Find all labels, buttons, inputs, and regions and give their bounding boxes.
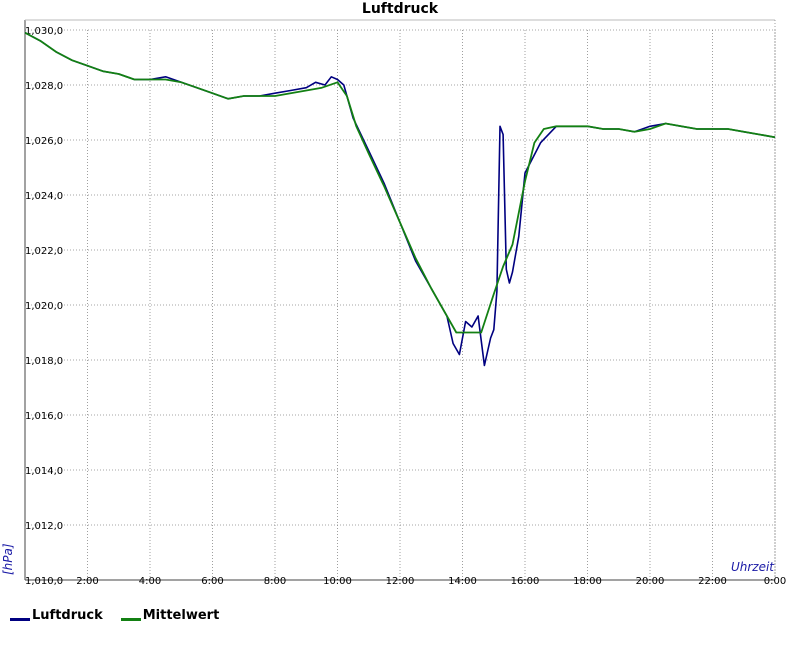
y-tick-label: 1,012,0 <box>25 521 63 532</box>
y-tick-label: 1,010,0 <box>25 576 63 587</box>
y-axis-label: [hPa] <box>1 543 15 575</box>
x-tick-label: 6:00 <box>201 576 223 587</box>
legend-item-mittelwert: Mittelwert <box>120 608 220 623</box>
legend: Luftdruck Mittelwert <box>10 608 219 623</box>
pressure-chart: Luftdruck 1,010,01,012,01,014,01,016,01,… <box>1 1 786 587</box>
chart-title: Luftdruck <box>362 1 439 17</box>
x-axis-label: Uhrzeit <box>731 560 775 574</box>
legend-swatch-luftdruck <box>10 618 30 621</box>
x-tick-label: 12:00 <box>386 576 415 587</box>
y-tick-label: 1,014,0 <box>25 466 63 477</box>
y-tick-label: 1,016,0 <box>25 411 63 422</box>
y-tick-labels: 1,010,0 1,012,0 1,014,0 1,016,0 1,018,0 1,020… <box>25 26 63 587</box>
legend-label-luftdruck: Luftdruck <box>32 608 103 623</box>
x-tick-label: 4:00 <box>139 576 161 587</box>
y-tick-label: 1,020,0 <box>25 301 63 312</box>
x-tick-label: 22:00 <box>698 576 727 587</box>
x-tick-label: 10:00 <box>323 576 352 587</box>
x-tick-label: 20:00 <box>636 576 665 587</box>
grid <box>25 29 776 580</box>
y-tick-label: 1,028,0 <box>25 81 63 92</box>
x-tick-label: 14:00 <box>448 576 477 587</box>
legend-item-luftdruck: Luftdruck <box>10 608 103 623</box>
legend-swatch-mittelwert <box>120 618 141 621</box>
y-tick-label: 1,026,0 <box>25 136 63 147</box>
x-tick-label: 0:00 <box>764 576 786 587</box>
y-tick-label: 1,018,0 <box>25 356 63 367</box>
y-tick-label: 1,024,0 <box>25 191 63 202</box>
y-tick-label: 1,022,0 <box>25 246 63 257</box>
x-tick-label: 8:00 <box>264 576 286 587</box>
x-tick-label: 2:00 <box>76 576 98 587</box>
x-tick-label: 18:00 <box>573 576 602 587</box>
series-line-mittelwert <box>24 31 776 334</box>
x-tick-labels: 2:00 4:00 6:00 8:00 10:00 12:00 14:00 16:00 18:0… <box>76 576 786 587</box>
legend-label-mittelwert: Mittelwert <box>142 608 220 623</box>
x-tick-label: 16:00 <box>511 576 540 587</box>
